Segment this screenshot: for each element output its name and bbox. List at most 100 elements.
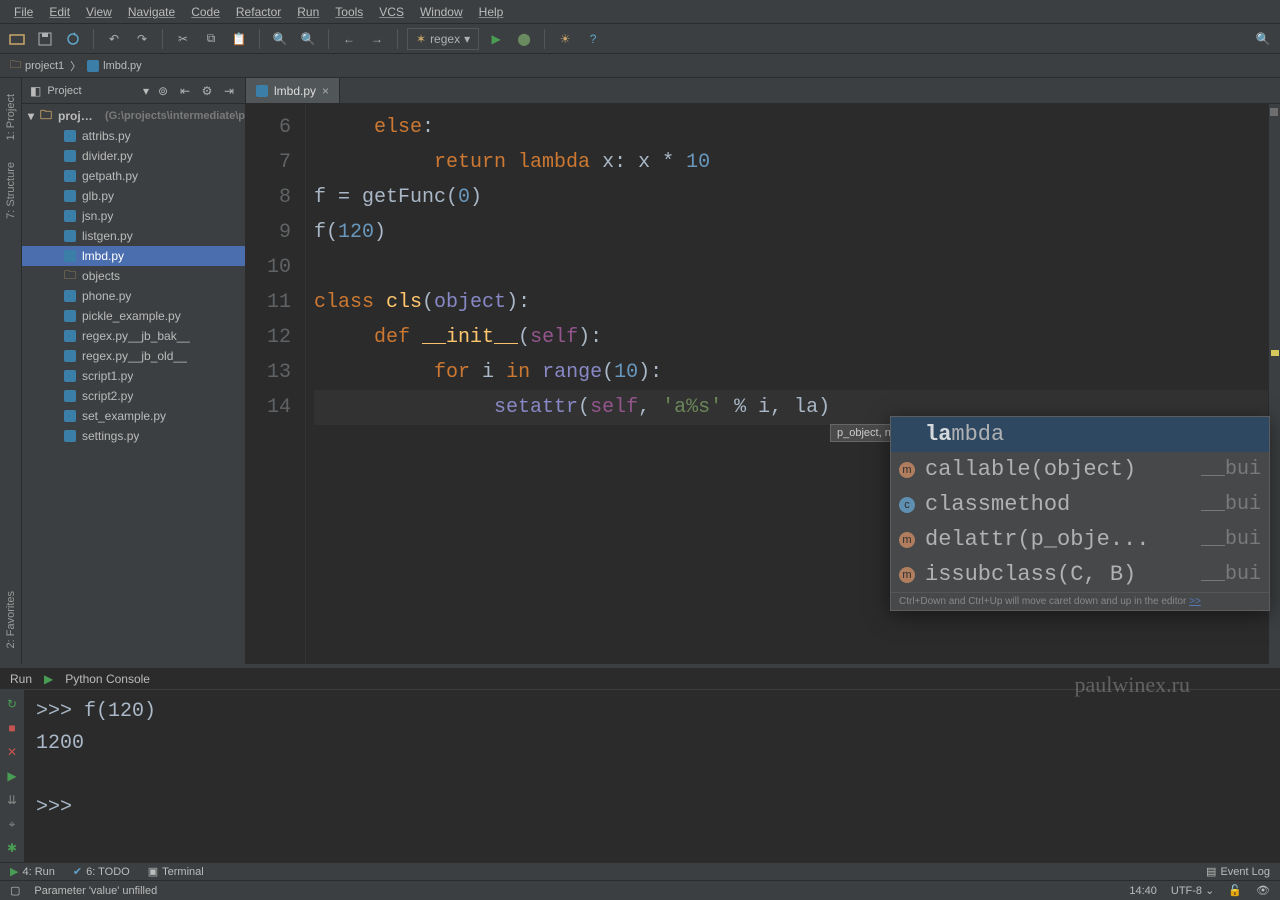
debug-icon[interactable]: ⬤ [513, 28, 535, 50]
redo-icon[interactable]: ↷ [131, 28, 153, 50]
tree-file[interactable]: lmbd.py [22, 246, 245, 266]
autocomplete-popup[interactable]: lambdamcallable(object)__buicclassmethod… [890, 416, 1270, 611]
chevron-down-icon[interactable]: ▾ [143, 84, 149, 98]
console-output[interactable]: >>> f(120)1200 >>> [24, 690, 1280, 862]
lock-icon[interactable]: 🔓 [1228, 884, 1242, 897]
tree-file[interactable]: 🗀objects [22, 266, 245, 286]
menu-view[interactable]: View [78, 3, 120, 21]
autocomplete-item[interactable]: cclassmethod__bui [891, 487, 1269, 522]
tool-tab-structure[interactable]: 7: Structure [5, 156, 17, 225]
tool-run[interactable]: ▶4: Run [10, 865, 55, 878]
tool-tab-project[interactable]: 1: Project [5, 88, 17, 146]
expand-icon: ▾ [28, 109, 34, 123]
gear-icon[interactable]: ⚙ [199, 83, 215, 99]
tree-root[interactable]: ▾ 🗀 project1 (G:\projects\intermediate\p [22, 106, 245, 126]
tab-run[interactable]: Run [10, 672, 32, 686]
menu-tools[interactable]: Tools [327, 3, 371, 21]
tree-file[interactable]: phone.py [22, 286, 245, 306]
tree-file[interactable]: glb.py [22, 186, 245, 206]
python-file-icon [64, 330, 76, 342]
menu-help[interactable]: Help [471, 3, 512, 21]
run-config-label: regex [430, 32, 460, 46]
tree-file[interactable]: getpath.py [22, 166, 245, 186]
menu-vcs[interactable]: VCS [371, 3, 412, 21]
stop-icon[interactable]: ■ [4, 720, 20, 736]
tree-file[interactable]: pickle_example.py [22, 306, 245, 326]
menu-edit[interactable]: Edit [41, 3, 78, 21]
debug-icon[interactable]: ✱ [4, 840, 20, 856]
encoding[interactable]: UTF-8 ⌄ [1171, 884, 1214, 897]
resume-icon[interactable]: ▶ [4, 768, 20, 784]
tree-file[interactable]: set_example.py [22, 406, 245, 426]
paste-icon[interactable]: 📋 [228, 28, 250, 50]
editor-tab-lmbd[interactable]: lmbd.py × [246, 78, 340, 103]
save-icon[interactable] [34, 28, 56, 50]
run-config-dropdown[interactable]: ✶ regex ▾ [407, 28, 479, 50]
tree-file[interactable]: divider.py [22, 146, 245, 166]
tree-file[interactable]: settings.py [22, 426, 245, 446]
autocomplete-hint: Ctrl+Down and Ctrl+Up will move caret do… [891, 592, 1269, 610]
find-icon[interactable]: 🔍 [269, 28, 291, 50]
breadcrumb-project[interactable]: 🗀 project1 [10, 56, 64, 75]
tab-python-console[interactable]: Python Console [65, 672, 150, 686]
autocomplete-item[interactable]: lambda [891, 417, 1269, 452]
tool-tab-favorites[interactable]: 2: Favorites [5, 585, 17, 654]
autocomplete-item[interactable]: mcallable(object)__bui [891, 452, 1269, 487]
close-icon[interactable]: ✕ [4, 744, 20, 760]
python-file-icon [87, 60, 99, 72]
run-icon[interactable]: ▶ [485, 28, 507, 50]
close-icon[interactable]: × [322, 84, 329, 98]
tree-file[interactable]: regex.py__jb_bak__ [22, 326, 245, 346]
toggle-icon[interactable]: ⌖ [4, 816, 20, 832]
bottom-tool-bar: ▶4: Run ✔6: TODO ▣Terminal ▤Event Log [0, 862, 1280, 880]
tool-event-log[interactable]: ▤Event Log [1206, 865, 1270, 878]
python-file-icon [64, 190, 76, 202]
tree-file[interactable]: attribs.py [22, 126, 245, 146]
python-file-icon [64, 170, 76, 182]
autocomplete-item[interactable]: mdelattr(p_obje...__bui [891, 522, 1269, 557]
cut-icon[interactable]: ✂ [172, 28, 194, 50]
caret-position: 14:40 [1129, 885, 1157, 897]
menu-window[interactable]: Window [412, 3, 471, 21]
collapse-icon[interactable]: ⇤ [177, 83, 193, 99]
tree-file[interactable]: regex.py__jb_old__ [22, 346, 245, 366]
menu-code[interactable]: Code [183, 3, 228, 21]
inspect-icon[interactable]: 👁 [1256, 884, 1270, 897]
refresh-icon[interactable] [62, 28, 84, 50]
menu-refactor[interactable]: Refactor [228, 3, 289, 21]
target-icon[interactable]: ⊚ [155, 83, 171, 99]
forward-icon[interactable]: → [366, 28, 388, 50]
open-icon[interactable] [6, 28, 28, 50]
search-icon[interactable]: 🔍 [1252, 28, 1274, 50]
back-icon[interactable]: ← [338, 28, 360, 50]
rerun-icon[interactable]: ↻ [4, 696, 20, 712]
tool-terminal[interactable]: ▣Terminal [148, 865, 204, 878]
breadcrumb-file[interactable]: lmbd.py [87, 60, 142, 72]
completion-kind-icon: m [899, 532, 915, 548]
main-toolbar: ↶ ↷ ✂ ⧉ 📋 🔍 🔍 ← → ✶ regex ▾ ▶ ⬤ ☀ ? 🔍 [0, 24, 1280, 54]
settings-icon[interactable]: ☀ [554, 28, 576, 50]
menu-run[interactable]: Run [289, 3, 327, 21]
tree-file[interactable]: jsn.py [22, 206, 245, 226]
python-file-icon [64, 130, 76, 142]
python-file-icon [64, 370, 76, 382]
step-icon[interactable]: ⇊ [4, 792, 20, 808]
todo-icon: ✔ [73, 865, 82, 878]
copy-icon[interactable]: ⧉ [200, 28, 222, 50]
tree-file[interactable]: listgen.py [22, 226, 245, 246]
tree-file[interactable]: script2.py [22, 386, 245, 406]
tree-file[interactable]: script1.py [22, 366, 245, 386]
tool-todo[interactable]: ✔6: TODO [73, 865, 130, 878]
tool-window-toggle-icon[interactable]: ▢ [10, 884, 20, 897]
hint-link[interactable]: >> [1189, 596, 1201, 607]
autocomplete-item[interactable]: missubclass(C, B)__bui [891, 557, 1269, 592]
replace-icon[interactable]: 🔍 [297, 28, 319, 50]
menu-navigate[interactable]: Navigate [120, 3, 183, 21]
python-file-icon [64, 290, 76, 302]
help-icon[interactable]: ? [582, 28, 604, 50]
undo-icon[interactable]: ↶ [103, 28, 125, 50]
menu-file[interactable]: File [6, 3, 41, 21]
run-panel-tabs: Run ▶ Python Console [0, 668, 1280, 690]
hide-icon[interactable]: ⇥ [221, 83, 237, 99]
sidebar-header: ◧ Project ▾ ⊚ ⇤ ⚙ ⇥ [22, 78, 245, 104]
